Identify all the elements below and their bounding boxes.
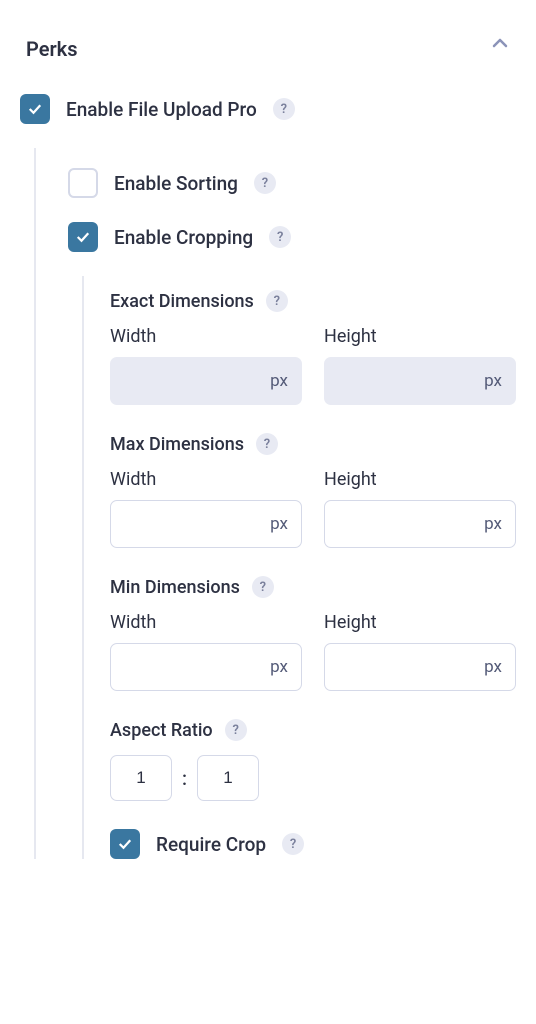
cropping-options: Exact Dimensions ? Width px Height px bbox=[82, 276, 516, 859]
help-icon[interactable]: ? bbox=[282, 833, 304, 855]
min-width-label: Width bbox=[110, 612, 302, 633]
help-icon[interactable]: ? bbox=[252, 576, 274, 598]
exact-height-input bbox=[324, 357, 516, 405]
help-icon[interactable]: ? bbox=[225, 719, 247, 741]
min-width-input[interactable] bbox=[110, 643, 302, 691]
max-height-label: Height bbox=[324, 469, 516, 490]
chevron-up-icon bbox=[490, 34, 510, 60]
min-height-input[interactable] bbox=[324, 643, 516, 691]
help-icon[interactable]: ? bbox=[256, 433, 278, 455]
require-crop-label: Require Crop bbox=[156, 833, 266, 856]
min-height-label: Height bbox=[324, 612, 516, 633]
require-crop-checkbox[interactable] bbox=[110, 829, 140, 859]
enable-sorting-label: Enable Sorting bbox=[114, 172, 238, 195]
enable-file-upload-pro-label: Enable File Upload Pro bbox=[66, 98, 257, 121]
file-upload-options: Enable Sorting ? Enable Cropping ? Exact… bbox=[34, 148, 516, 859]
enable-cropping-label: Enable Cropping bbox=[114, 226, 253, 249]
exact-dimensions-title: Exact Dimensions bbox=[110, 291, 254, 312]
enable-sorting-checkbox[interactable] bbox=[68, 168, 98, 198]
enable-file-upload-pro-row: Enable File Upload Pro ? bbox=[20, 94, 516, 124]
min-dimensions-group: Min Dimensions ? Width px Height px bbox=[110, 576, 516, 691]
help-icon[interactable]: ? bbox=[266, 290, 288, 312]
help-icon[interactable]: ? bbox=[254, 172, 276, 194]
max-dimensions-title: Max Dimensions bbox=[110, 434, 244, 455]
aspect-ratio-group: Aspect Ratio ? : bbox=[110, 719, 516, 801]
aspect-ratio-width-input[interactable] bbox=[110, 755, 172, 801]
exact-dimensions-group: Exact Dimensions ? Width px Height px bbox=[110, 290, 516, 405]
enable-file-upload-pro-checkbox[interactable] bbox=[20, 94, 50, 124]
enable-cropping-row: Enable Cropping ? bbox=[68, 222, 516, 252]
exact-height-label: Height bbox=[324, 326, 516, 347]
exact-width-label: Width bbox=[110, 326, 302, 347]
enable-cropping-checkbox[interactable] bbox=[68, 222, 98, 252]
max-width-input[interactable] bbox=[110, 500, 302, 548]
section-title: Perks bbox=[26, 37, 78, 61]
help-icon[interactable]: ? bbox=[273, 98, 295, 120]
enable-sorting-row: Enable Sorting ? bbox=[68, 168, 516, 198]
aspect-ratio-height-input[interactable] bbox=[197, 755, 259, 801]
min-dimensions-title: Min Dimensions bbox=[110, 577, 240, 598]
max-height-input[interactable] bbox=[324, 500, 516, 548]
aspect-ratio-title: Aspect Ratio bbox=[110, 720, 213, 741]
exact-width-input bbox=[110, 357, 302, 405]
max-dimensions-group: Max Dimensions ? Width px Height px bbox=[110, 433, 516, 548]
max-width-label: Width bbox=[110, 469, 302, 490]
require-crop-row: Require Crop ? bbox=[110, 829, 516, 859]
help-icon[interactable]: ? bbox=[269, 226, 291, 248]
section-header[interactable]: Perks bbox=[20, 16, 516, 94]
aspect-ratio-separator: : bbox=[182, 767, 187, 790]
